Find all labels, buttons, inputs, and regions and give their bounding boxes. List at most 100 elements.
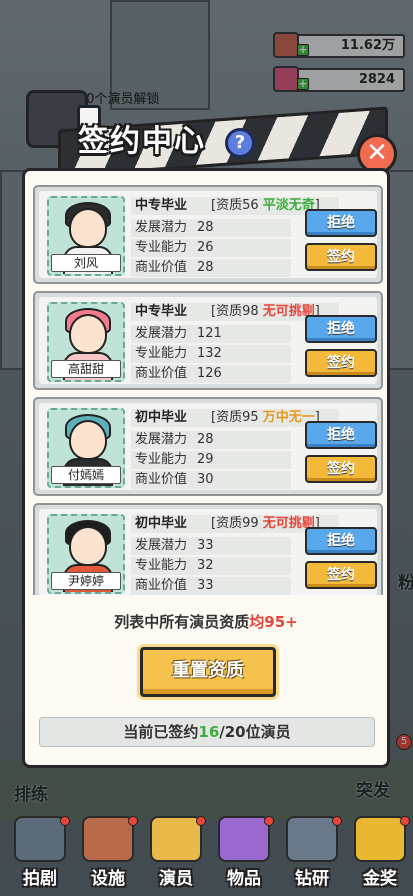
nav-item-icon — [82, 816, 134, 862]
stat-value: 28 — [197, 432, 214, 447]
stat-value: 121 — [197, 326, 222, 341]
clapperboard-header — [18, 90, 400, 178]
aptitude-label: 资质95 — [216, 410, 259, 425]
nav-item-icon — [354, 816, 406, 862]
sign-button[interactable]: 签约 — [305, 349, 377, 377]
stat-value: 126 — [197, 366, 222, 381]
aptitude-info: [资质95 万中无一] — [211, 410, 320, 425]
actor-stat: 商业价值 126 — [131, 365, 291, 383]
aptitude-info: [资质98 无可挑剔] — [211, 304, 320, 319]
aptitude-info: [资质56 平淡无奇] — [211, 198, 320, 213]
nav-item-label: 拍剧 — [23, 869, 57, 889]
nav-item-label: 金奖 — [363, 869, 397, 889]
nav-item[interactable]: 物品 — [208, 810, 280, 890]
actor-card-body: 刘风 中专毕业 [资质56 平淡无奇] 发展潜力 28 专业能力 26 商业价值… — [39, 191, 377, 278]
avatar-face — [69, 420, 107, 460]
stat-value: 28 — [197, 220, 214, 235]
nav-item[interactable]: 拍剧 — [4, 810, 76, 890]
nav-alert-dot — [332, 816, 342, 826]
nav-item-icon — [218, 816, 270, 862]
stat-label: 专业能力 — [135, 558, 188, 573]
actor-card-body: 付嫣嫣 初中毕业 [资质95 万中无一] 发展潜力 28 专业能力 29 商业价… — [39, 403, 377, 490]
stat-label: 商业价值 — [135, 472, 188, 487]
stat-value: 28 — [197, 260, 214, 275]
nav-item[interactable]: 钻研 — [276, 810, 348, 890]
stat-label: 发展潜力 — [135, 432, 188, 447]
stat-value: 26 — [197, 240, 214, 255]
actor-name: 高甜甜 — [51, 360, 121, 378]
stat-value: 29 — [197, 452, 214, 467]
reject-button[interactable]: 拒绝 — [305, 209, 377, 237]
sign-button[interactable]: 签约 — [305, 561, 377, 589]
nav-alert-dot — [128, 816, 138, 826]
nav-item-icon — [286, 816, 338, 862]
actor-card-body: 高甜甜 中专毕业 [资质98 无可挑剔] 发展潜力 121 专业能力 132 商… — [39, 297, 377, 384]
nav-item[interactable]: 演员 — [140, 810, 212, 890]
actor-name: 尹婷婷 — [51, 572, 121, 590]
nav-alert-dot — [264, 816, 274, 826]
actor-card: 付嫣嫣 初中毕业 [资质95 万中无一] 发展潜力 28 专业能力 29 商业价… — [33, 397, 383, 496]
nav-alert-dot — [60, 816, 70, 826]
avatar-face — [69, 526, 107, 566]
actor-stat: 发展潜力 28 — [131, 219, 291, 237]
aptitude-label: 资质99 — [216, 516, 259, 531]
actor-stat: 发展潜力 28 — [131, 431, 291, 449]
stat-label: 发展潜力 — [135, 326, 188, 341]
reject-button[interactable]: 拒绝 — [305, 421, 377, 449]
stat-value: 132 — [197, 346, 222, 361]
education-label: 中专毕业 — [135, 304, 188, 319]
aptitude-label: 资质56 — [216, 198, 259, 213]
stat-label: 专业能力 — [135, 452, 188, 467]
avatar-face — [69, 208, 107, 248]
actor-stat: 发展潜力 33 — [131, 537, 291, 555]
actor-avatar: 刘风 — [47, 196, 125, 276]
reset-aptitude-button[interactable]: 重置资质 — [140, 647, 276, 697]
actor-name: 刘风 — [51, 254, 121, 272]
aptitude-label: 资质98 — [216, 304, 259, 319]
stat-value: 30 — [197, 472, 214, 487]
nav-item[interactable]: 设施 — [72, 810, 144, 890]
actor-name: 付嫣嫣 — [51, 466, 121, 484]
stat-label: 商业价值 — [135, 260, 188, 275]
actor-list[interactable]: 刘风 中专毕业 [资质56 平淡无奇] 发展潜力 28 专业能力 26 商业价值… — [33, 185, 383, 595]
sign-button[interactable]: 签约 — [305, 455, 377, 483]
nav-item[interactable]: 金奖 — [344, 810, 413, 890]
actor-avatar: 付嫣嫣 — [47, 408, 125, 488]
sign-button[interactable]: 签约 — [305, 243, 377, 271]
aptitude-note-text: 列表中所有演员资质 — [114, 613, 250, 631]
modal-title: 签约中心 — [78, 124, 206, 159]
reject-button[interactable]: 拒绝 — [305, 315, 377, 343]
avatar-face — [69, 314, 107, 354]
education-label: 初中毕业 — [135, 516, 188, 531]
signed-prefix: 当前已签约 — [123, 723, 199, 741]
nav-alert-dot — [400, 816, 410, 826]
aptitude-note: 列表中所有演员资质均95+ — [25, 611, 387, 632]
actor-stat: 商业价值 28 — [131, 259, 291, 277]
actor-card: 高甜甜 中专毕业 [资质98 无可挑剔] 发展潜力 121 专业能力 132 商… — [33, 291, 383, 390]
reject-button[interactable]: 拒绝 — [305, 527, 377, 555]
actor-card: 尹婷婷 初中毕业 [资质99 无可挑剔] 发展潜力 33 专业能力 32 商业价… — [33, 503, 383, 595]
help-icon[interactable]: ? — [225, 128, 255, 158]
actor-stat: 商业价值 33 — [131, 577, 291, 595]
stat-label: 发展潜力 — [135, 538, 188, 553]
nav-item-icon — [14, 816, 66, 862]
stat-label: 发展潜力 — [135, 220, 188, 235]
signing-panel: 刘风 中专毕业 [资质56 平淡无奇] 发展潜力 28 专业能力 26 商业价值… — [22, 168, 390, 768]
stat-value: 33 — [197, 578, 214, 593]
actor-stat: 专业能力 132 — [131, 345, 291, 363]
actor-card-body: 尹婷婷 初中毕业 [资质99 无可挑剔] 发展潜力 33 专业能力 32 商业价… — [39, 509, 377, 595]
signed-suffix: /20位演员 — [219, 723, 291, 741]
nav-alert-dot — [196, 816, 206, 826]
stat-label: 商业价值 — [135, 366, 188, 381]
actor-stat: 商业价值 30 — [131, 471, 291, 489]
aptitude-info: [资质99 无可挑剔] — [211, 516, 320, 531]
stat-label: 专业能力 — [135, 240, 188, 255]
actor-avatar: 高甜甜 — [47, 302, 125, 382]
nav-item-label: 物品 — [227, 869, 261, 889]
nav-item-label: 设施 — [91, 869, 125, 889]
stat-label: 专业能力 — [135, 346, 188, 361]
actor-stat: 发展潜力 121 — [131, 325, 291, 343]
aptitude-note-highlight: 均95+ — [249, 613, 298, 631]
education-label: 中专毕业 — [135, 198, 188, 213]
signed-count-bar: 当前已签约16/20位演员 — [39, 717, 375, 747]
